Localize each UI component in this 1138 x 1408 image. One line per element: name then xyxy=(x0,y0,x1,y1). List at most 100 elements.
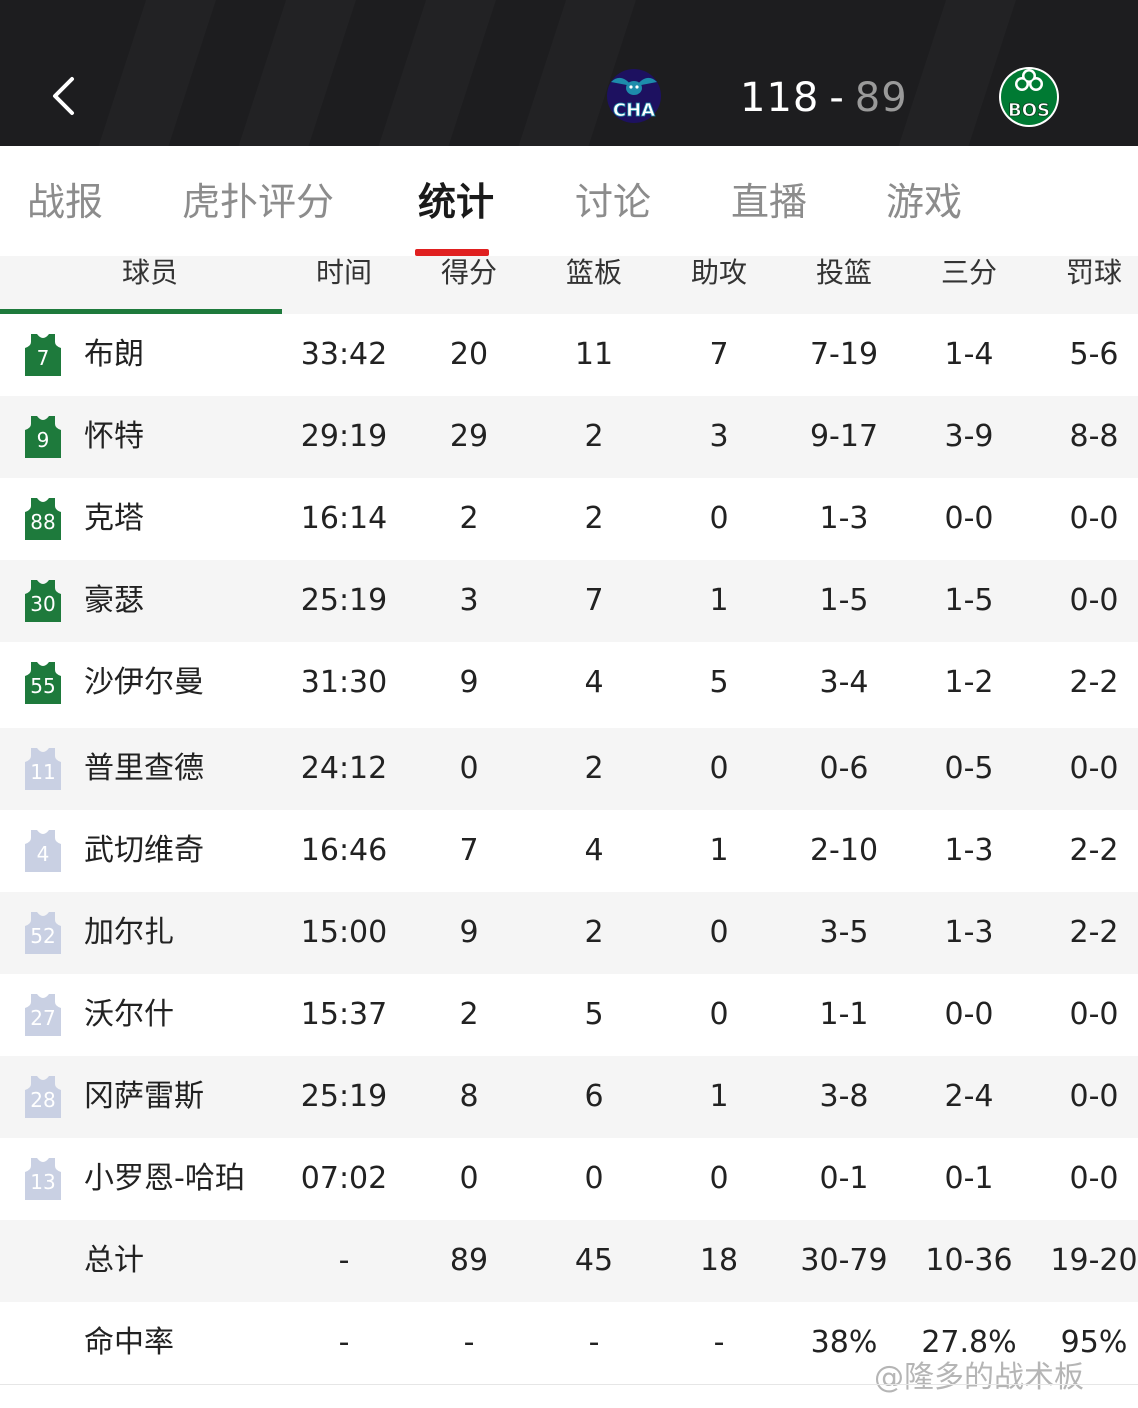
back-button[interactable] xyxy=(40,66,90,126)
away-score: 89 xyxy=(854,75,908,121)
away-team-logo[interactable]: BOS xyxy=(996,64,1062,130)
player-name[interactable]: 沙伊尔曼 xyxy=(84,642,204,724)
tab-discussion[interactable]: 讨论 xyxy=(575,178,651,226)
stat-minutes: 25:19 xyxy=(300,583,388,618)
jersey-icon: 52 xyxy=(25,912,61,954)
starter-row[interactable]: 7 布朗 33:42 20 11 7 7-19 1-4 5-6 xyxy=(0,314,1138,396)
chevron-left-icon xyxy=(53,77,74,115)
column-header-minutes[interactable]: 时间 xyxy=(289,256,399,290)
tab-live[interactable]: 直播 xyxy=(731,178,807,226)
celtics-logo-icon: BOS xyxy=(999,67,1059,127)
stat-free-throws: 0-0 xyxy=(1069,997,1119,1032)
player-name[interactable]: 布朗 xyxy=(84,314,144,396)
column-header-three-pointers[interactable]: 三分 xyxy=(914,256,1024,290)
player-name[interactable]: 怀特 xyxy=(84,396,144,478)
stat-three-pointers: 1-2 xyxy=(944,665,994,700)
hornets-logo-icon: CHA xyxy=(607,69,661,123)
player-name[interactable]: 豪瑟 xyxy=(84,560,144,642)
bench-row[interactable]: 52 加尔扎 15:00 9 2 0 3-5 1-3 2-2 xyxy=(0,892,1138,974)
stat-three-pointers: 0-0 xyxy=(944,997,994,1032)
stat-assists: 0 xyxy=(709,501,729,536)
stat-rebounds: 4 xyxy=(584,665,604,700)
stat-minutes: 15:00 xyxy=(300,915,388,950)
stat-free-throws: 5-6 xyxy=(1069,337,1119,372)
totals-field-goals: 30-79 xyxy=(800,1243,888,1278)
bench-row[interactable]: 27 沃尔什 15:37 2 5 0 1-1 0-0 0-0 xyxy=(0,974,1138,1056)
jersey-icon: 11 xyxy=(25,748,61,790)
stat-assists: 0 xyxy=(709,1161,729,1196)
stat-points: 2 xyxy=(459,501,479,536)
starter-row[interactable]: 55 沙伊尔曼 31:30 9 4 5 3-4 1-2 2-2 xyxy=(0,642,1138,724)
stat-field-goals: 9-17 xyxy=(809,419,879,454)
player-name[interactable]: 武切维奇 xyxy=(84,810,204,892)
stat-three-pointers: 1-5 xyxy=(944,583,994,618)
stat-assists: 3 xyxy=(709,419,729,454)
stat-field-goals: 7-19 xyxy=(809,337,879,372)
column-header-free-throws[interactable]: 罚球 xyxy=(1039,256,1138,290)
player-name[interactable]: 克塔 xyxy=(84,478,144,560)
stat-assists: 0 xyxy=(709,997,729,1032)
column-header-rebounds[interactable]: 篮板 xyxy=(539,256,649,290)
bench-row[interactable]: 28 冈萨雷斯 25:19 8 6 1 3-8 2-4 0-0 xyxy=(0,1056,1138,1138)
jersey-number: 55 xyxy=(30,674,56,698)
stat-minutes: 15:37 xyxy=(300,997,388,1032)
scoreline: 118-89 xyxy=(740,70,908,126)
stat-free-throws: 0-0 xyxy=(1069,751,1119,786)
tab-games[interactable]: 游戏 xyxy=(886,178,962,226)
stat-assists: 1 xyxy=(709,833,729,868)
stat-rebounds: 2 xyxy=(584,419,604,454)
home-team-logo[interactable]: CHA xyxy=(601,64,667,130)
jersey-number: 7 xyxy=(36,346,50,370)
home-score: 118 xyxy=(740,75,820,121)
stat-minutes: 31:30 xyxy=(300,665,388,700)
jersey-number: 88 xyxy=(30,510,56,534)
game-header: CHA 118-89 BOS xyxy=(0,0,1138,146)
tab-ratings[interactable]: 虎扑评分 xyxy=(182,178,334,226)
stat-minutes: 24:12 xyxy=(300,751,388,786)
column-header-player: 球员 xyxy=(121,256,178,289)
player-name[interactable]: 普里查德 xyxy=(84,728,204,810)
stat-rebounds: 5 xyxy=(584,997,604,1032)
stat-points: 2 xyxy=(459,997,479,1032)
stat-free-throws: 0-0 xyxy=(1069,1161,1119,1196)
jersey-icon: 27 xyxy=(25,994,61,1036)
starter-row[interactable]: 88 克塔 16:14 2 2 0 1-3 0-0 0-0 xyxy=(0,478,1138,560)
column-header-points[interactable]: 得分 xyxy=(414,256,524,290)
jersey-icon: 55 xyxy=(25,662,61,704)
bench-row[interactable]: 11 普里查德 24:12 0 2 0 0-6 0-5 0-0 xyxy=(0,728,1138,810)
stats-table-body: 7 布朗 33:42 20 11 7 7-19 1-4 5-6 9 怀特 29:19 29 2 3 9-17 3… xyxy=(0,314,1138,1384)
totals-assists: 18 xyxy=(699,1243,739,1278)
player-name[interactable]: 沃尔什 xyxy=(84,974,174,1056)
tab-stats[interactable]: 统计 xyxy=(418,178,494,226)
jersey-number: 27 xyxy=(30,1006,56,1030)
bench-row[interactable]: 4 武切维奇 16:46 7 4 1 2-10 1-3 2-2 xyxy=(0,810,1138,892)
stat-assists: 7 xyxy=(709,337,729,372)
totals-minutes: - xyxy=(338,1243,350,1278)
stat-assists: 5 xyxy=(709,665,729,700)
stat-field-goals: 1-5 xyxy=(819,583,869,618)
stat-free-throws: 2-2 xyxy=(1069,665,1119,700)
stat-three-pointers: 1-3 xyxy=(944,915,994,950)
stat-field-goals: 3-5 xyxy=(819,915,869,950)
stat-field-goals: 3-8 xyxy=(819,1079,869,1114)
percent-rebounds: - xyxy=(588,1325,600,1360)
column-header-field-goals[interactable]: 投篮 xyxy=(789,256,899,290)
starter-row[interactable]: 9 怀特 29:19 29 2 3 9-17 3-9 8-8 xyxy=(0,396,1138,478)
stat-minutes: 16:14 xyxy=(300,501,388,536)
tab-report[interactable]: 战报 xyxy=(27,178,103,226)
score-separator: - xyxy=(829,75,845,121)
column-header-player-cell: 球员 xyxy=(0,256,282,314)
table-bottom-border xyxy=(0,1384,1138,1385)
stat-field-goals: 0-6 xyxy=(819,751,869,786)
stat-free-throws: 0-0 xyxy=(1069,583,1119,618)
stat-free-throws: 2-2 xyxy=(1069,915,1119,950)
jersey-number: 11 xyxy=(30,760,56,784)
starter-row[interactable]: 30 豪瑟 25:19 3 7 1 1-5 1-5 0-0 xyxy=(0,560,1138,642)
stat-assists: 0 xyxy=(709,751,729,786)
active-tab-indicator xyxy=(415,249,489,256)
player-name[interactable]: 加尔扎 xyxy=(84,892,174,974)
player-name[interactable]: 小罗恩-哈珀 xyxy=(84,1138,245,1220)
player-name[interactable]: 冈萨雷斯 xyxy=(84,1056,204,1138)
bench-row[interactable]: 13 小罗恩-哈珀 07:02 0 0 0 0-1 0-1 0-0 xyxy=(0,1138,1138,1220)
column-header-assists[interactable]: 助攻 xyxy=(664,256,774,290)
